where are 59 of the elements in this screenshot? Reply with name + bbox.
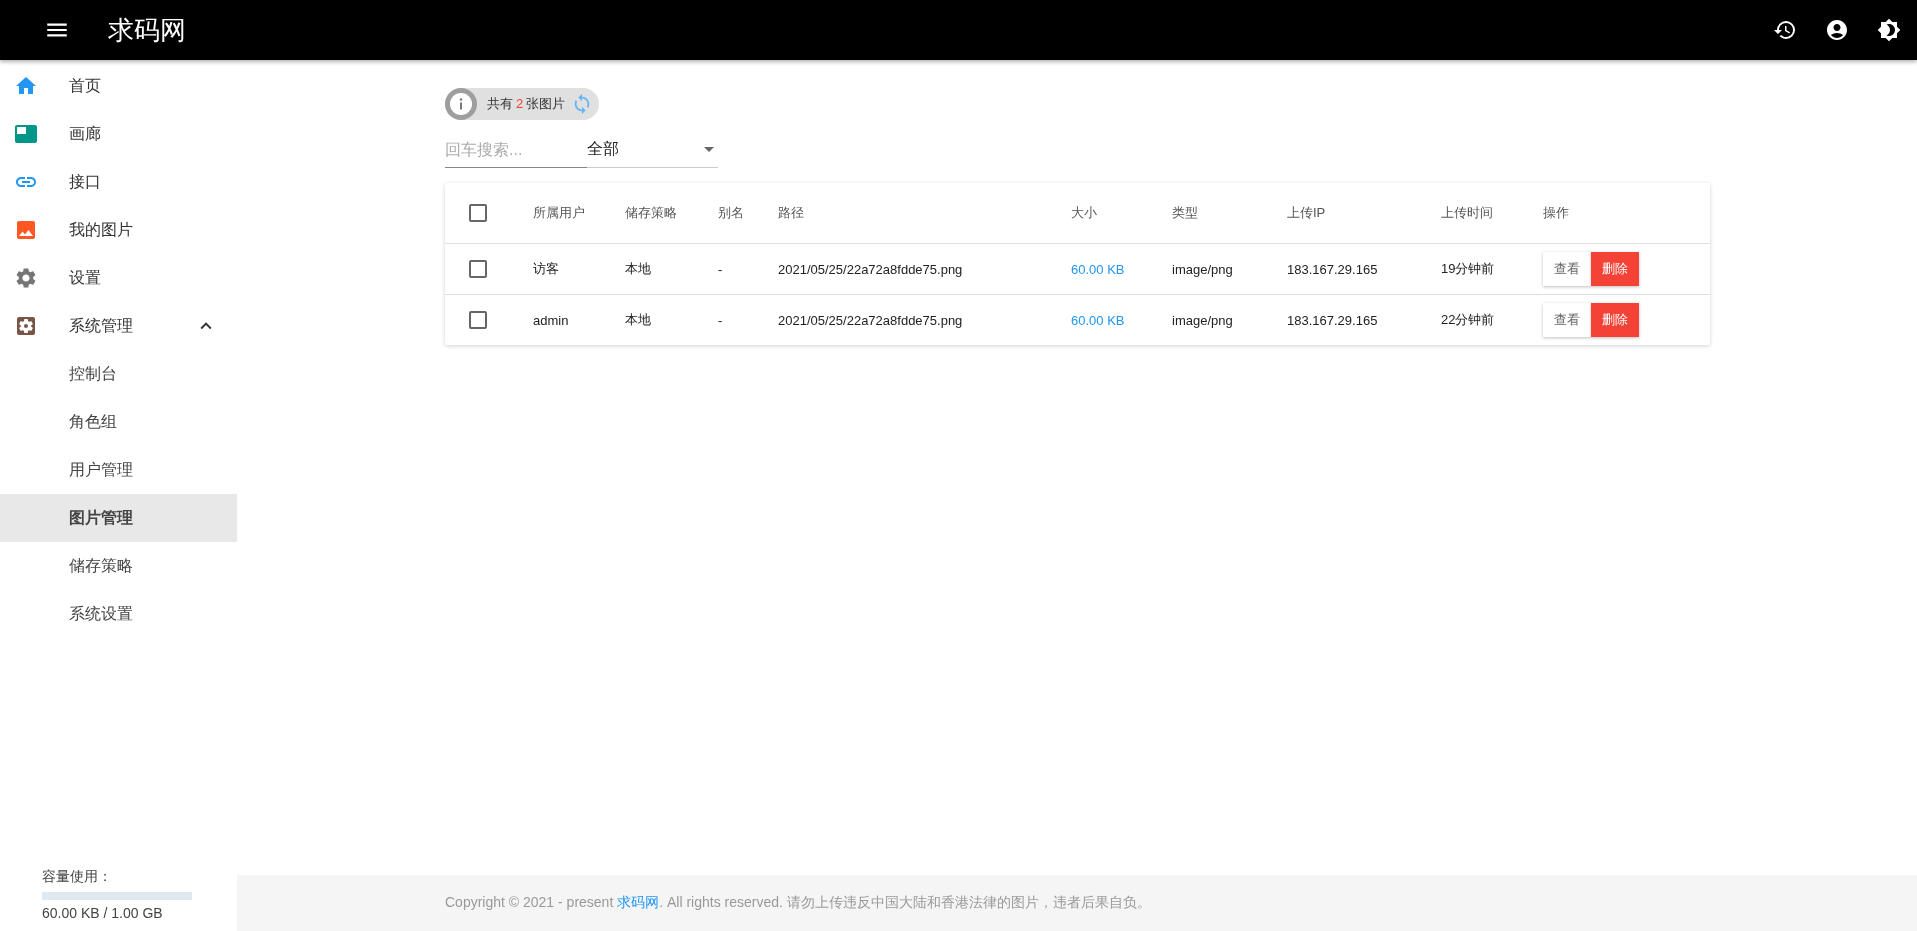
table-cell-text: 2021/05/25/22a72a8fdde75.png (778, 312, 964, 328)
sidebar-item[interactable]: 设置 (0, 254, 237, 302)
column-header: 操作 (1543, 204, 1570, 222)
sidebar-item[interactable]: 画廊 (0, 110, 237, 158)
dropdown-caret-icon (704, 147, 714, 152)
table-cell-text: 22分钟前 (1441, 311, 1496, 329)
row-checkbox[interactable] (469, 311, 487, 329)
table-cell-text: 2021/05/25/22a72a8fdde75.png (778, 261, 964, 277)
table-cell-text: - (718, 312, 724, 328)
table-cell-text: 本地 (625, 260, 652, 278)
sidebar-subitem[interactable]: 图片管理 (0, 494, 237, 542)
delete-button[interactable]: 删除 (1591, 303, 1639, 337)
column-header: 别名 (718, 204, 745, 222)
info-icon (445, 88, 477, 120)
sidebar-subitem[interactable]: 系统设置 (0, 590, 237, 638)
table-cell-text: 183.167.29.165 (1287, 261, 1379, 277)
view-button[interactable]: 查看 (1543, 252, 1591, 286)
delete-button[interactable]: 删除 (1591, 252, 1639, 286)
gallery-icon (14, 122, 38, 146)
image-icon (14, 218, 38, 242)
table-cell-text: 183.167.29.165 (1287, 312, 1379, 328)
column-header: 上传IP (1287, 204, 1327, 222)
account-button[interactable] (1825, 18, 1849, 42)
sidebar-subitem[interactable]: 角色组 (0, 398, 237, 446)
table-cell-text: admin (533, 312, 570, 328)
table-cell-text: 19分钟前 (1441, 260, 1496, 278)
history-button[interactable] (1773, 18, 1797, 42)
column-header: 储存策略 (625, 204, 678, 222)
row-checkbox[interactable] (469, 260, 487, 278)
table-cell-text: image/png (1172, 312, 1234, 328)
column-header: 大小 (1071, 204, 1098, 222)
table-cell-text: 访客 (533, 260, 560, 278)
storage-label: 容量使用： (42, 868, 113, 886)
sidebar-item[interactable]: 首页 (0, 62, 237, 110)
sidebar-subitem[interactable]: 用户管理 (0, 446, 237, 494)
table-cell-text: 60.00 KB (1071, 312, 1126, 328)
image-count-text: 共有 2 张图片 (487, 95, 566, 113)
storage-reading: 60.00 KB / 1.00 GB (42, 905, 164, 921)
sidebar-subitem[interactable]: 控制台 (0, 350, 237, 398)
view-button[interactable]: 查看 (1543, 303, 1591, 337)
column-header: 路径 (778, 204, 805, 222)
column-header: 所属用户 (533, 204, 586, 222)
sidebar-item[interactable]: 接口 (0, 158, 237, 206)
sidebar-subitem[interactable]: 储存策略 (0, 542, 237, 590)
brightness-button[interactable] (1877, 18, 1901, 42)
copyright-text: Copyright © 2021 - present 求码网. All rights reserved. 请勿上传违反中国大陆和香港法律的图片，违者后果自负。 (445, 894, 1151, 912)
gear-icon (14, 266, 38, 290)
table-cell-text: - (718, 261, 724, 277)
table-cell-text: image/png (1172, 261, 1234, 277)
column-header: 上传时间 (1441, 204, 1494, 222)
filter-select[interactable]: 全部 (587, 132, 718, 168)
app-title: 求码网 (108, 13, 187, 47)
column-header: 类型 (1172, 204, 1199, 222)
sidebar-item[interactable]: 系统管理 (0, 302, 237, 350)
table-cell-text: 60.00 KB (1071, 261, 1126, 277)
gear-icon (14, 314, 38, 338)
table-cell-text: 本地 (625, 311, 652, 329)
sidebar-item[interactable]: 我的图片 (0, 206, 237, 254)
select-all-checkbox[interactable] (469, 204, 487, 222)
